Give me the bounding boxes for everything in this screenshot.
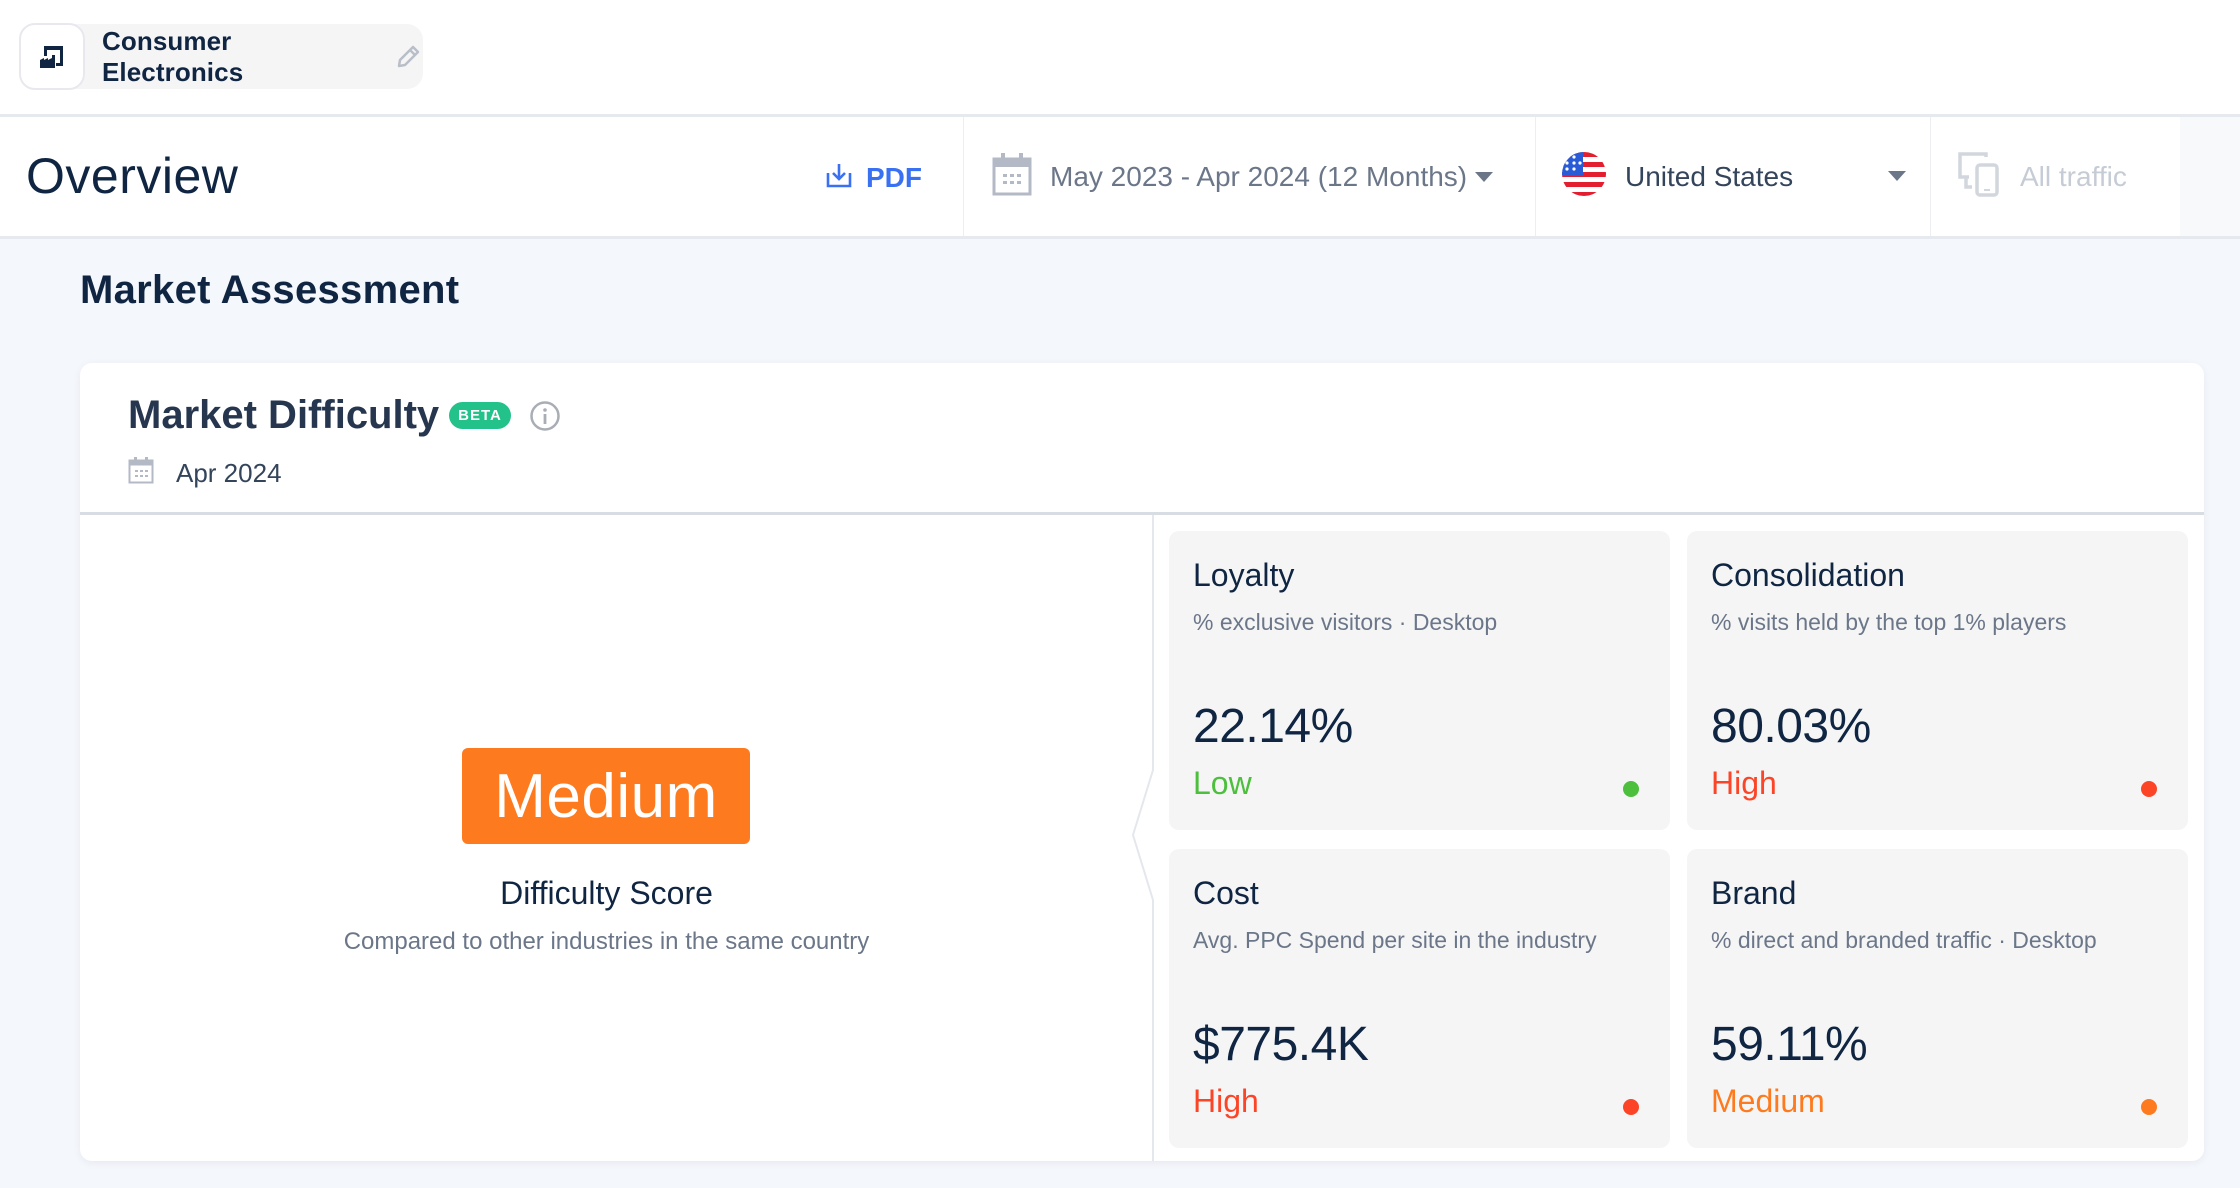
metric-title: Cost	[1193, 875, 1259, 911]
industry-label: Consumer Electronics	[101, 25, 244, 87]
pdf-download-button[interactable]: PDF	[826, 155, 922, 201]
chevron-down-icon	[1888, 171, 1906, 181]
metric-card-cost: Cost Avg. PPC Spend per site in the indu…	[1169, 849, 1670, 1148]
metric-value: 80.03%	[1711, 700, 1871, 753]
status-dot	[1623, 1099, 1639, 1115]
status-dot	[1623, 781, 1639, 797]
traffic-type-dropdown[interactable]: All traffic	[1930, 117, 2180, 236]
pdf-label: PDF	[866, 162, 922, 193]
status-dot	[2141, 781, 2157, 797]
date-range-dropdown[interactable]: May 2023 - Apr 2024 (12 Months)	[963, 117, 1535, 236]
card-title: Market Difficulty	[128, 393, 440, 437]
panel-divider	[1131, 515, 1154, 1161]
industry-chip[interactable]: Consumer Electronics	[19, 23, 423, 90]
chevron-down-icon	[1475, 171, 1494, 182]
difficulty-score-panel: Medium Difficulty Score Compared to othe…	[80, 515, 1153, 1161]
status-dot	[2141, 1099, 2157, 1115]
metric-card-brand: Brand % direct and branded traffic · Des…	[1687, 849, 2188, 1148]
difficulty-score-title: Difficulty Score	[500, 875, 713, 911]
metric-card-consolidation: Consolidation % visits held by the top 1…	[1687, 531, 2188, 830]
metric-subtitle: % direct and branded traffic · Desktop	[1711, 927, 2097, 953]
industry-factory-icon	[19, 23, 85, 90]
metric-value: 59.11%	[1711, 1018, 1868, 1071]
metric-level: High	[1711, 765, 1777, 801]
pencil-icon[interactable]	[393, 42, 423, 72]
calendar-icon	[992, 152, 1032, 201]
metric-level: Low	[1193, 765, 1252, 801]
metric-level: High	[1193, 1083, 1259, 1119]
difficulty-level-badge: Medium	[462, 748, 750, 844]
metric-subtitle: % visits held by the top 1% players	[1711, 609, 2067, 635]
metric-level: Medium	[1711, 1083, 1825, 1119]
devices-icon	[1956, 151, 2002, 202]
us-flag-icon	[1561, 151, 1607, 202]
page-header: Overview PDF May 2023 - Apr 2024 (12 Mon…	[0, 117, 2240, 239]
country-value: United States	[1625, 160, 1794, 192]
top-bar: Consumer Electronics	[0, 0, 2240, 117]
page-title: Overview	[26, 148, 239, 204]
card-date: Apr 2024	[128, 456, 282, 491]
metric-value: 22.14%	[1193, 700, 1353, 753]
metric-subtitle: % exclusive visitors · Desktop	[1193, 609, 1498, 635]
section-title: Market Assessment	[80, 268, 460, 312]
card-header: Market Difficulty BETA	[128, 393, 561, 438]
info-icon[interactable]	[529, 400, 561, 432]
metric-card-loyalty: Loyalty % exclusive visitors · Desktop 2…	[1169, 531, 1670, 830]
metric-value: $775.4K	[1193, 1018, 1369, 1071]
card-date-value: Apr 2024	[176, 458, 282, 488]
beta-badge: BETA	[449, 402, 511, 429]
metric-title: Loyalty	[1193, 557, 1295, 593]
metric-title: Consolidation	[1711, 557, 1905, 593]
metric-subtitle: Avg. PPC Spend per site in the industry	[1193, 927, 1597, 953]
date-range-value: May 2023 - Apr 2024 (12 Months)	[1050, 160, 1468, 192]
market-difficulty-card: Market Difficulty BETA Apr 2024 Medium D…	[80, 363, 2204, 1161]
traffic-value: All traffic	[2020, 160, 2127, 192]
country-dropdown[interactable]: United States	[1535, 117, 1930, 236]
difficulty-score-subtitle: Compared to other industries in the same…	[343, 928, 870, 955]
metric-title: Brand	[1711, 875, 1797, 911]
download-icon	[826, 161, 852, 196]
header-overflow	[2180, 117, 2240, 236]
calendar-icon	[128, 456, 154, 491]
